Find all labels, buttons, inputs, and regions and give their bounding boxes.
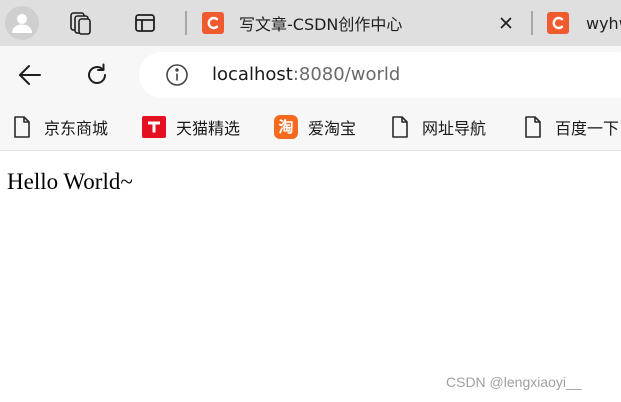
- arrow-left-icon: [19, 65, 41, 85]
- tab-actions-button[interactable]: [126, 4, 164, 42]
- taobao-icon: 淘: [274, 115, 298, 139]
- url-path: :8080/world: [292, 64, 401, 85]
- url-host: localhost: [212, 64, 293, 85]
- bookmark-jd[interactable]: 京东商城: [10, 114, 108, 140]
- tmall-icon: [142, 115, 166, 139]
- workspaces-icon: [70, 12, 91, 35]
- bookmark-label: 天猫精选: [176, 119, 241, 138]
- watermark-text: CSDN @lengxiaoyi__: [446, 374, 582, 390]
- tab-actions-icon: [135, 14, 155, 32]
- tab-inactive[interactable]: wyhw: [540, 0, 621, 46]
- avatar: [5, 6, 39, 40]
- tab-separator: [185, 11, 187, 35]
- csdn-c-icon: [547, 12, 569, 34]
- url-text[interactable]: localhost:8080/world: [212, 64, 400, 85]
- document-icon: [388, 115, 412, 139]
- tab-title: wyhw: [586, 13, 621, 33]
- bookmark-tmall[interactable]: 天猫精选: [142, 114, 240, 140]
- bookmark-label: 爱淘宝: [308, 119, 357, 138]
- tab-title: 写文章-CSDN创作中心: [239, 15, 403, 34]
- bookmark-label: 京东商城: [44, 119, 109, 138]
- bookmark-baidu[interactable]: 百度一下: [521, 114, 619, 140]
- csdn-c-icon: [202, 12, 224, 34]
- document-icon: [521, 115, 545, 139]
- reload-button[interactable]: [80, 58, 114, 92]
- page-content: Hello World~ CSDN @lengxiaoyi__: [0, 152, 621, 402]
- tab-active[interactable]: 写文章-CSDN创作中心: [192, 0, 528, 46]
- profile-button[interactable]: [3, 4, 41, 42]
- back-button[interactable]: [13, 58, 47, 92]
- navigation-toolbar: localhost:8080/world: [0, 46, 621, 103]
- address-bar[interactable]: localhost:8080/world: [139, 52, 621, 98]
- bookmarks-bar: 京东商城 天猫精选 淘 爱淘宝 网址导航 百度一下: [0, 103, 621, 151]
- page-text: Hello World~: [7, 169, 133, 194]
- document-icon: [10, 115, 34, 139]
- close-icon[interactable]: [494, 11, 518, 35]
- info-icon[interactable]: [165, 63, 189, 87]
- tab-separator: [531, 11, 533, 35]
- tab-strip: 写文章-CSDN创作中心 wyhw: [0, 0, 621, 46]
- bookmark-taobao[interactable]: 淘 爱淘宝: [274, 114, 356, 140]
- person-icon: [12, 14, 32, 33]
- reload-icon: [88, 63, 106, 84]
- bookmark-label: 百度一下: [555, 119, 620, 138]
- bookmark-label: 网址导航: [422, 119, 487, 138]
- workspaces-button[interactable]: [62, 4, 100, 42]
- bookmark-nav[interactable]: 网址导航: [388, 114, 486, 140]
